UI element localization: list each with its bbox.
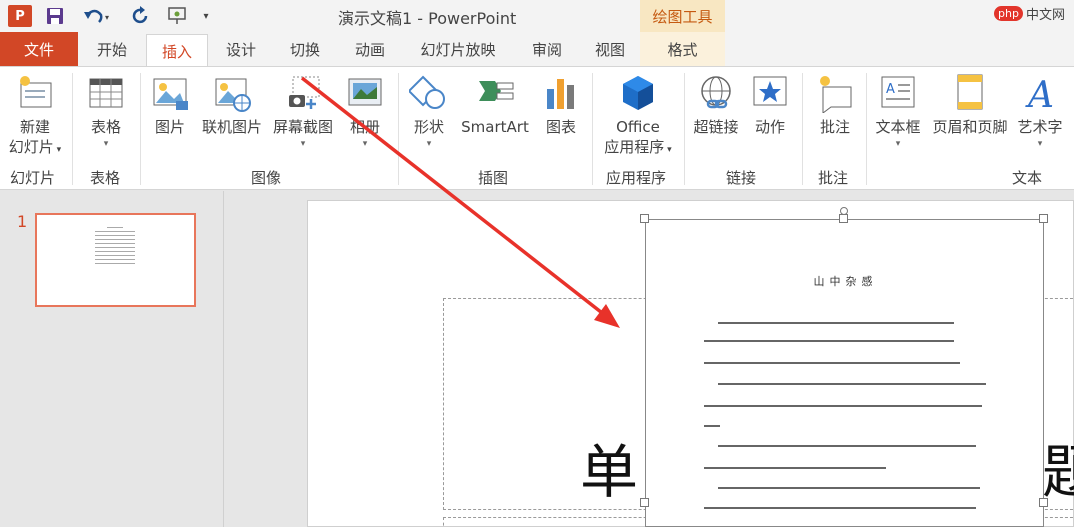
powerpoint-window: P ▾ ▾ 演示文稿1 - PowerPoint 绘图工具 php 中文网 文件… — [0, 0, 1074, 527]
annotation-arrow-icon — [300, 76, 620, 328]
